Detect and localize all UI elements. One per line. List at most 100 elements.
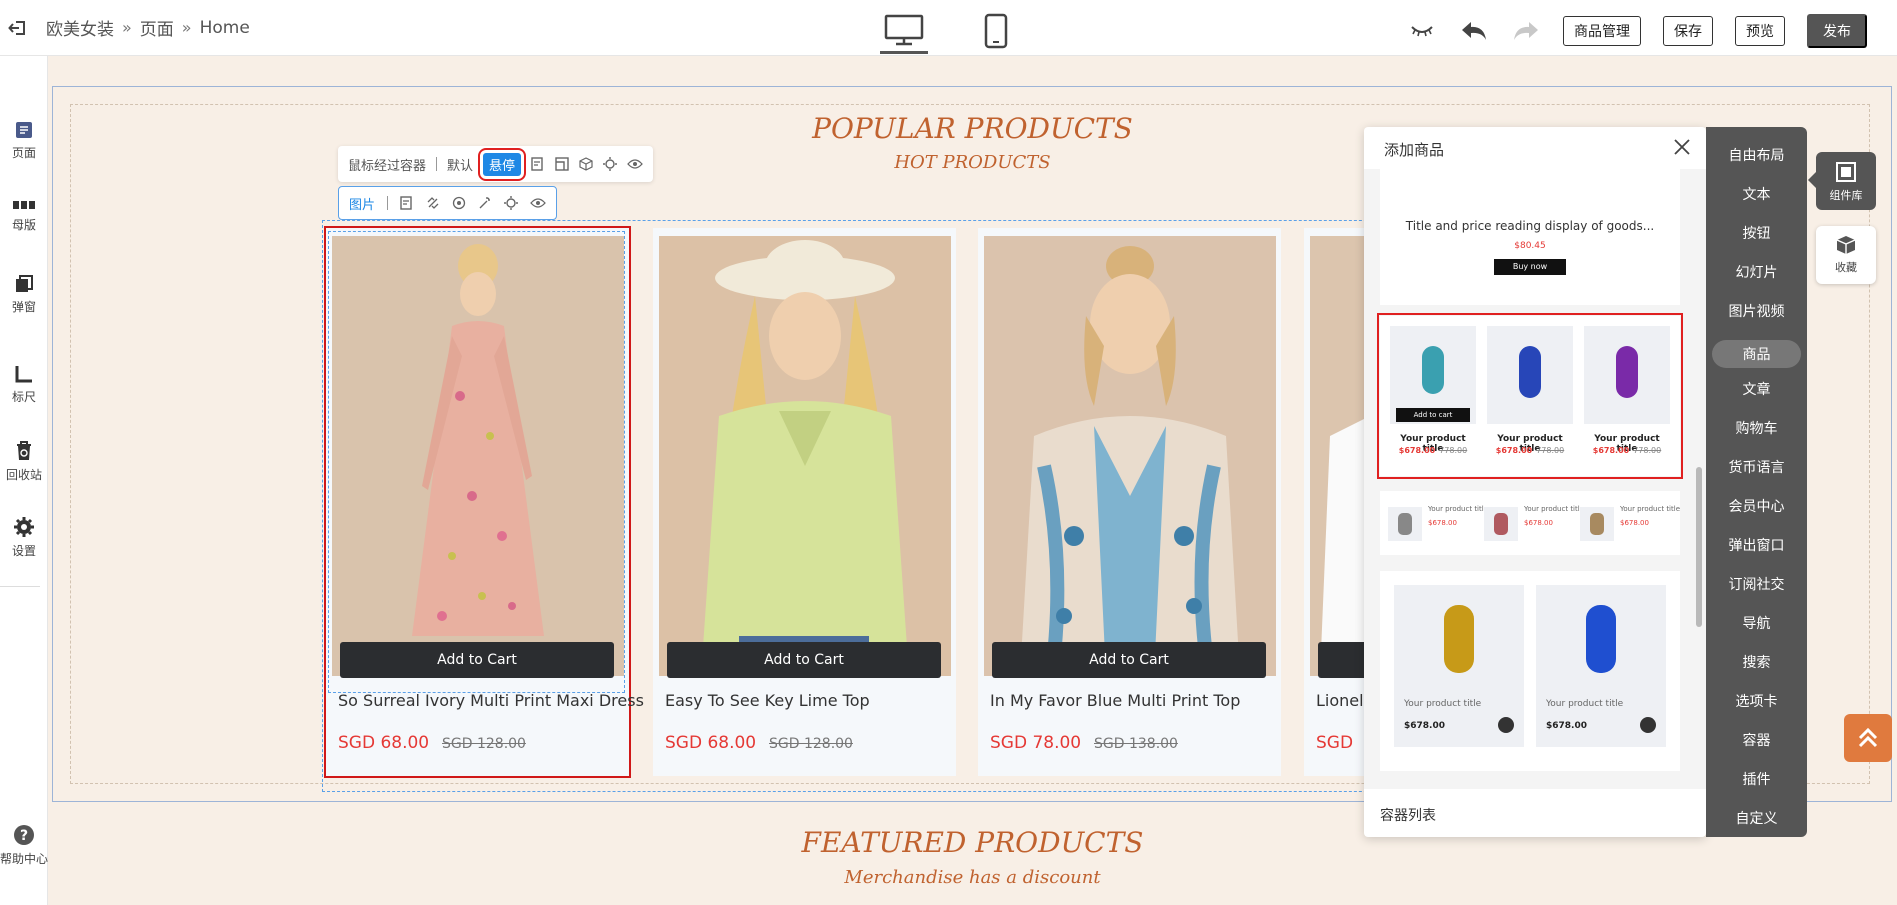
cube-icon — [1836, 236, 1856, 254]
sidebar-item-popup[interactable]: 弹窗 — [0, 274, 48, 315]
product-old-price: SGD 128.00 — [769, 736, 853, 752]
component-category-item[interactable]: 按钮 — [1706, 223, 1807, 243]
component-category-item[interactable]: 货币语言 — [1706, 457, 1807, 477]
component-category-item[interactable]: 自定义 — [1706, 808, 1807, 828]
product-card[interactable]: Add to Cart Easy To See Key Lime Top SGD… — [653, 228, 956, 776]
product-card[interactable]: Lionel SGD — [1304, 228, 1378, 776]
breadcrumb-separator-icon: » — [122, 18, 132, 37]
template-product-row[interactable]: Add to cart Your product title $678.00 77… — [1377, 313, 1683, 479]
speaker-image — [1484, 507, 1518, 541]
state-hover-tab[interactable]: 悬停 — [478, 147, 527, 181]
desktop-view-icon[interactable] — [880, 8, 928, 54]
template-product-price: $678.00 778.00 — [1495, 446, 1565, 455]
style-icon[interactable] — [531, 157, 545, 171]
cart-icon — [1498, 717, 1514, 733]
sidebar-item-recycle[interactable]: 回收站 — [0, 440, 48, 483]
container-list-link[interactable]: 容器列表 — [1380, 805, 1436, 825]
product-title[interactable]: Easy To See Key Lime Top — [665, 691, 870, 710]
product-image[interactable] — [984, 236, 1276, 676]
master-icon — [13, 201, 35, 209]
pointer-notch — [1808, 172, 1816, 188]
add-to-cart-button[interactable]: Add to Cart — [340, 642, 614, 678]
template-add-to-cart: Add to cart — [1396, 408, 1470, 422]
template-product-list[interactable]: Your product title $678.00 Your product … — [1380, 491, 1680, 555]
component-category-item[interactable]: 导航 — [1706, 613, 1807, 633]
product-title[interactable]: So Surreal Ivory Multi Print Maxi Dress — [338, 691, 644, 710]
component-category-item[interactable]: 文本 — [1706, 184, 1807, 204]
template-buy-now: Buy now — [1494, 259, 1566, 275]
back-to-top-button[interactable] — [1844, 714, 1892, 762]
component-category-item[interactable]: 商品 — [1712, 340, 1801, 368]
component-category-item[interactable]: 订阅社交 — [1706, 574, 1807, 594]
top-bar: 欧美女装 » 页面 » Home 商品管理 保存 预览 发布 — [0, 0, 1897, 56]
speaker-image — [1388, 507, 1422, 541]
close-icon[interactable] — [1670, 135, 1694, 159]
template-list[interactable]: Title and price reading display of goods… — [1364, 169, 1706, 789]
add-to-cart-button[interactable]: Add to Cart — [992, 642, 1266, 678]
preview-button[interactable]: 预览 — [1735, 16, 1785, 46]
template-list-item: Your product title $678.00 — [1484, 503, 1584, 543]
sidebar-item-page[interactable]: 页面 — [0, 120, 48, 161]
product-card[interactable]: Add to Cart In My Favor Blue Multi Print… — [978, 228, 1281, 776]
popup-icon — [16, 275, 33, 292]
sidebar-item-label: 页面 — [11, 146, 36, 160]
favorites-button[interactable]: 收藏 — [1816, 226, 1876, 284]
style-icon[interactable] — [400, 196, 414, 210]
gear-icon[interactable] — [603, 157, 618, 171]
sidebar-item-settings[interactable]: 设置 — [0, 516, 48, 559]
eye-icon[interactable] — [530, 197, 546, 209]
animation-icon[interactable] — [452, 196, 466, 210]
component-category-item[interactable]: 会员中心 — [1706, 496, 1807, 516]
product-management-button[interactable]: 商品管理 — [1563, 16, 1641, 46]
redo-icon[interactable] — [1511, 17, 1541, 45]
component-category-item[interactable]: 搜索 — [1706, 652, 1807, 672]
component-category-item[interactable]: 幻灯片 — [1706, 262, 1807, 282]
hide-eye-icon[interactable] — [1407, 17, 1437, 45]
eye-icon[interactable] — [627, 158, 643, 170]
sidebar-divider — [0, 586, 40, 587]
sidebar-item-ruler[interactable]: 标尺 — [0, 364, 48, 405]
template-product — [1584, 326, 1670, 424]
add-to-cart-button[interactable]: Add to Cart — [667, 642, 941, 678]
product-image[interactable] — [1310, 236, 1370, 676]
template-sample-title: Title and price reading display of goods… — [1405, 219, 1655, 233]
magic-wand-icon[interactable] — [478, 196, 492, 210]
component-category-item[interactable]: 容器 — [1706, 730, 1807, 750]
cube-icon[interactable] — [579, 157, 593, 171]
layout-icon[interactable] — [555, 157, 569, 171]
undo-icon[interactable] — [1459, 17, 1489, 45]
component-library-button[interactable]: 组件库 — [1808, 152, 1876, 210]
template-product: Add to cart — [1390, 326, 1476, 424]
product-title[interactable]: Lionel — [1316, 691, 1364, 710]
product-title[interactable]: In My Favor Blue Multi Print Top — [990, 691, 1240, 710]
panel-scrollbar[interactable] — [1696, 467, 1702, 627]
sidebar-item-help[interactable]: ? 帮助中心 — [0, 824, 48, 867]
product-image[interactable] — [332, 236, 624, 676]
component-category-item[interactable]: 自由布局 — [1706, 145, 1807, 165]
topbar-actions: 商品管理 保存 预览 发布 — [1407, 14, 1867, 48]
template-title-price[interactable]: Title and price reading display of goods… — [1380, 169, 1680, 305]
template-product-large[interactable]: Your product title $678.00 Your product … — [1380, 571, 1680, 771]
breadcrumb-item-category[interactable]: 欧美女装 — [46, 15, 114, 40]
template-product-price: $678.00 778.00 — [1398, 446, 1468, 455]
product-card[interactable]: Add to Cart So Surreal Ivory Multi Print… — [324, 226, 644, 778]
component-category-item[interactable]: 弹出窗口 — [1706, 535, 1807, 555]
template-list-price: $678.00 — [1428, 519, 1457, 527]
mobile-view-icon[interactable] — [972, 8, 1020, 54]
state-default-tab[interactable]: 默认 — [447, 155, 473, 174]
unlink-icon[interactable] — [426, 196, 440, 210]
component-category-item[interactable]: 文章 — [1706, 379, 1807, 399]
breadcrumb-item-pages[interactable]: 页面 — [140, 15, 174, 40]
publish-button[interactable]: 发布 — [1807, 14, 1867, 48]
component-category-item[interactable]: 购物车 — [1706, 418, 1807, 438]
save-button[interactable]: 保存 — [1663, 16, 1713, 46]
component-category-item[interactable]: 图片视频 — [1706, 301, 1807, 321]
container-hover-label: 鼠标经过容器 — [348, 158, 427, 174]
gear-icon[interactable] — [504, 196, 519, 210]
sidebar-item-master[interactable]: 母版 — [0, 198, 48, 233]
double-chevron-up-icon — [1858, 727, 1878, 748]
product-image[interactable] — [659, 236, 951, 676]
exit-icon[interactable] — [4, 14, 32, 42]
component-category-item[interactable]: 插件 — [1706, 769, 1807, 789]
component-category-item[interactable]: 选项卡 — [1706, 691, 1807, 711]
